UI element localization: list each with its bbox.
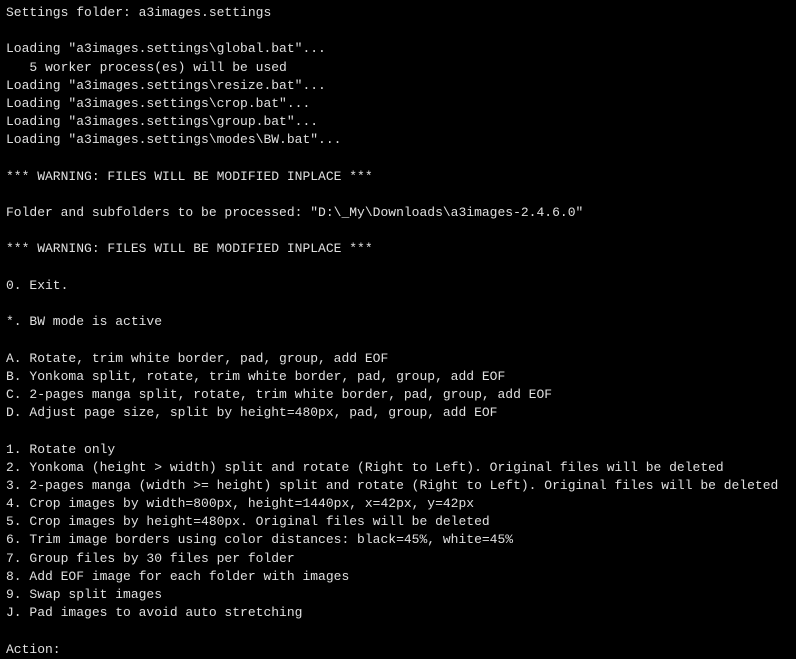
menu-option-1: 1. Rotate only — [6, 441, 790, 459]
menu-exit: 0. Exit. — [6, 277, 790, 295]
warning-line: *** WARNING: FILES WILL BE MODIFIED INPL… — [6, 240, 790, 258]
menu-option-7: 7. Group files by 30 files per folder — [6, 550, 790, 568]
menu-option-4: 4. Crop images by width=800px, height=14… — [6, 495, 790, 513]
blank-line — [6, 622, 790, 640]
menu-option-2: 2. Yonkoma (height > width) split and ro… — [6, 459, 790, 477]
blank-line — [6, 422, 790, 440]
menu-option-6: 6. Trim image borders using color distan… — [6, 531, 790, 549]
blank-line — [6, 331, 790, 349]
blank-line — [6, 186, 790, 204]
blank-line — [6, 150, 790, 168]
menu-option-a: A. Rotate, trim white border, pad, group… — [6, 350, 790, 368]
menu-option-8: 8. Add EOF image for each folder with im… — [6, 568, 790, 586]
menu-option-j: J. Pad images to avoid auto stretching — [6, 604, 790, 622]
menu-option-5: 5. Crop images by height=480px. Original… — [6, 513, 790, 531]
menu-option-3: 3. 2-pages manga (width >= height) split… — [6, 477, 790, 495]
blank-line — [6, 295, 790, 313]
menu-option-b: B. Yonkoma split, rotate, trim white bor… — [6, 368, 790, 386]
loading-line: Loading "a3images.settings\crop.bat"... — [6, 95, 790, 113]
menu-mode: *. BW mode is active — [6, 313, 790, 331]
settings-folder-line: Settings folder: a3images.settings — [6, 4, 790, 22]
action-input[interactable] — [61, 642, 790, 657]
loading-line: Loading "a3images.settings\modes\BW.bat"… — [6, 131, 790, 149]
menu-option-9: 9. Swap split images — [6, 586, 790, 604]
worker-processes-line: 5 worker process(es) will be used — [6, 59, 790, 77]
blank-line — [6, 22, 790, 40]
menu-option-c: C. 2-pages manga split, rotate, trim whi… — [6, 386, 790, 404]
loading-line: Loading "a3images.settings\resize.bat"..… — [6, 77, 790, 95]
blank-line — [6, 259, 790, 277]
menu-option-d: D. Adjust page size, split by height=480… — [6, 404, 790, 422]
action-prompt: Action: — [6, 641, 790, 659]
prompt-label: Action: — [6, 641, 61, 659]
warning-line: *** WARNING: FILES WILL BE MODIFIED INPL… — [6, 168, 790, 186]
loading-line: Loading "a3images.settings\group.bat"... — [6, 113, 790, 131]
blank-line — [6, 222, 790, 240]
loading-line: Loading "a3images.settings\global.bat"..… — [6, 40, 790, 58]
folder-line: Folder and subfolders to be processed: "… — [6, 204, 790, 222]
